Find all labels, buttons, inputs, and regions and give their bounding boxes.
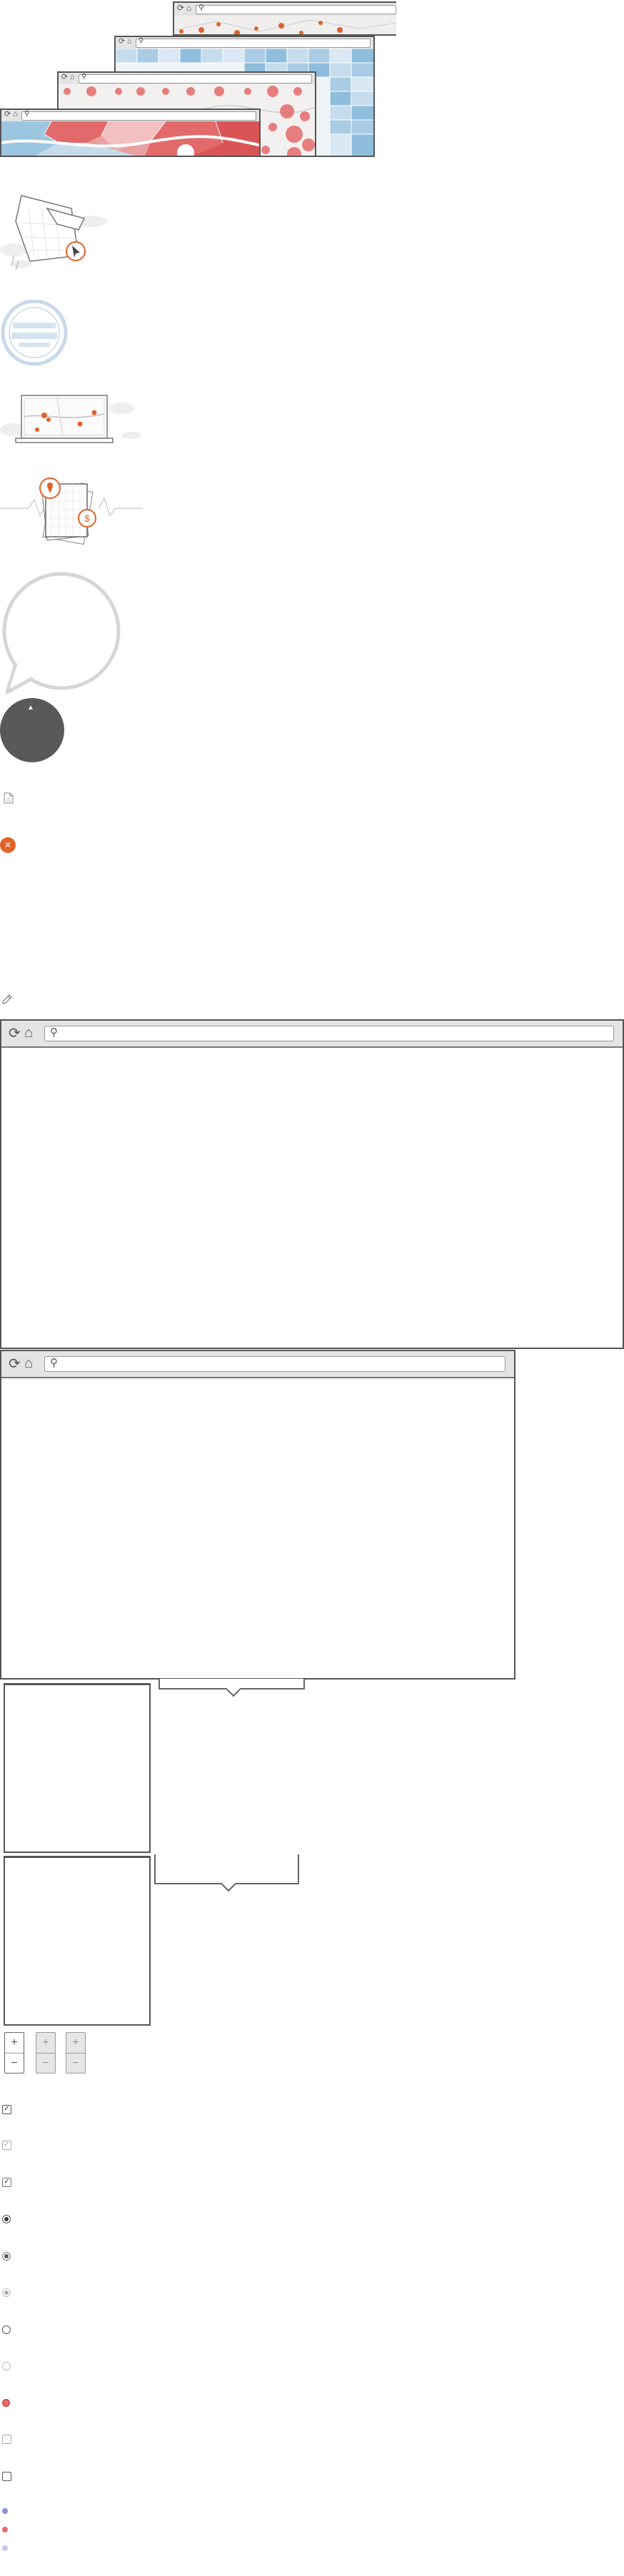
radio-selected-disabled[interactable]: [2, 2288, 11, 2297]
close-button[interactable]: ✕: [0, 837, 16, 853]
address-bar[interactable]: [44, 1026, 614, 1041]
home-icon[interactable]: ⌂: [24, 1356, 33, 1370]
checkbox-checked-disabled[interactable]: ✓: [2, 2141, 11, 2150]
laptop-map-illustration: [0, 393, 143, 450]
zoom-in-button[interactable]: +: [5, 2033, 24, 2053]
check-icon: ✓: [4, 2105, 10, 2113]
check-icon: ✓: [4, 2141, 10, 2148]
reload-icon[interactable]: ⟳: [9, 1357, 21, 1371]
legend-dot-red: [2, 2527, 8, 2532]
search-icon: ⚲: [50, 1357, 58, 1369]
reload-icon: ⟳: [119, 37, 126, 46]
reload-icon[interactable]: ⟳: [9, 1026, 21, 1041]
radio-selected[interactable]: [2, 2215, 11, 2223]
zoom-in-button[interactable]: +: [66, 2033, 85, 2053]
documents-pin-illustration: $: [0, 471, 143, 550]
zoom-control-disabled: + −: [36, 2032, 56, 2074]
map-cursor-illustration: [0, 187, 114, 273]
radio-unselected-disabled[interactable]: [2, 2362, 11, 2370]
side-panel: [4, 1683, 151, 1853]
zoom-control-disabled: + −: [66, 2032, 86, 2074]
checkbox-checked-hover[interactable]: ✓: [2, 2178, 11, 2187]
address-bar[interactable]: [21, 111, 256, 121]
tooltip-arrow: [225, 1680, 242, 1697]
legend-dot-purple: [2, 2508, 8, 2514]
checkbox-unchecked-disabled[interactable]: [2, 2435, 11, 2444]
pencil-icon[interactable]: [1, 994, 13, 1005]
dot-map: [174, 16, 396, 34]
svg-text:$: $: [84, 513, 90, 524]
home-icon: ⌂: [186, 3, 192, 13]
address-bar[interactable]: [196, 5, 396, 14]
map-marker-dot: [2, 2399, 10, 2407]
stamp-illustration: [0, 299, 71, 371]
radio-selected-hover[interactable]: [2, 2252, 11, 2261]
document-icon: [4, 792, 14, 804]
home-icon: ⌂: [13, 110, 18, 118]
address-bar[interactable]: [136, 39, 371, 48]
zoom-in-button[interactable]: +: [36, 2033, 55, 2053]
reload-icon: ⟳: [4, 110, 11, 118]
reload-icon: ⟳: [177, 3, 185, 13]
stacked-browser-illustration: ⟳ ⌂ ⚲ ⟳ ⌂ ⚲ ⟳ ⌂ ⚲ ⟳ ⌂ ⚲: [0, 0, 396, 157]
zoom-out-button[interactable]: −: [5, 2053, 24, 2074]
tooltip-popup: [158, 1679, 305, 1697]
search-icon: ⚲: [81, 73, 87, 81]
search-icon: ⚲: [139, 37, 144, 45]
search-icon: ⚲: [198, 4, 205, 12]
choropleth-region-map: [1, 121, 259, 156]
home-icon: ⌂: [70, 73, 75, 81]
radio-unselected[interactable]: [2, 2325, 11, 2334]
close-icon: ✕: [4, 840, 12, 850]
tooltip-popup: [154, 1854, 299, 1892]
zoom-control: + −: [4, 2032, 24, 2074]
zoom-out-button[interactable]: −: [66, 2053, 85, 2074]
speech-bubble-illustration: [0, 571, 125, 696]
search-icon: ⚲: [50, 1026, 58, 1039]
home-icon[interactable]: ⌂: [24, 1026, 33, 1040]
browser-window-1: ⟳ ⌂ ⚲: [0, 108, 261, 157]
check-icon: ✓: [4, 2178, 10, 2186]
search-icon: ⚲: [24, 110, 30, 118]
reload-icon: ⟳: [61, 73, 69, 81]
zoom-out-button[interactable]: −: [36, 2053, 55, 2074]
address-bar[interactable]: [44, 1356, 505, 1372]
side-panel: [4, 1856, 151, 2026]
checkbox-unchecked[interactable]: [2, 2472, 11, 2481]
scroll-to-top-button[interactable]: ▲: [0, 698, 64, 762]
up-arrow-icon: ▲: [27, 704, 34, 712]
address-bar[interactable]: [79, 74, 312, 84]
browser-window-large: ⟳ ⌂ ⚲: [0, 1019, 624, 1349]
home-icon: ⌂: [127, 37, 132, 46]
legend-dot-lilac: [2, 2545, 8, 2551]
browser-window-medium: ⟳ ⌂ ⚲: [0, 1350, 515, 1680]
checkbox-checked[interactable]: ✓: [2, 2105, 11, 2114]
browser-window-4: ⟳ ⌂ ⚲: [173, 1, 396, 36]
tooltip-arrow: [220, 1875, 237, 1892]
